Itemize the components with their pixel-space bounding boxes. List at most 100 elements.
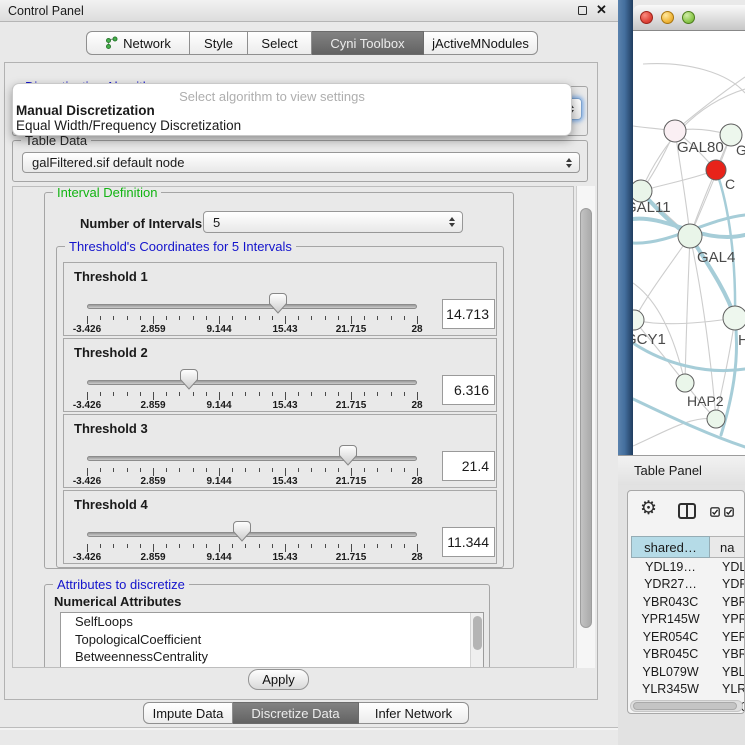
table-hscrollbar[interactable] <box>630 700 743 712</box>
tick <box>232 468 233 472</box>
table-row[interactable]: YDL19…YDL1 <box>631 558 745 576</box>
table-data-combo[interactable]: galFiltered.sif default node <box>22 152 580 173</box>
dropdown-option[interactable]: Equal Width/Frequency Discretization <box>16 118 241 133</box>
attributes-list[interactable]: SelfLoopsTopologicalCoefficientBetweenne… <box>60 612 484 668</box>
threshold-slider-thumb[interactable] <box>339 445 357 466</box>
column-header-shared-name[interactable]: shared… <box>631 536 710 558</box>
attribute-item[interactable]: BetweennessCentrality <box>61 648 483 666</box>
intervals-label: Number of Intervals <box>80 216 202 231</box>
tab-impute-data[interactable]: Impute Data <box>143 702 233 724</box>
tab-jactivemnodules[interactable]: jActiveMNodules <box>424 31 538 55</box>
threshold-slider-track[interactable] <box>87 532 417 537</box>
tick <box>87 544 88 552</box>
table-row[interactable]: YBR045CYBR0 <box>631 646 745 664</box>
tick <box>272 544 273 548</box>
tick-label: -3.426 <box>59 552 115 563</box>
apply-button[interactable]: Apply <box>248 669 309 690</box>
threshold-value[interactable]: 14.713 <box>442 299 495 329</box>
network-node[interactable] <box>676 374 694 392</box>
scrollbar-thumb[interactable] <box>580 208 592 628</box>
tick <box>153 316 154 324</box>
settings-scrollbar[interactable] <box>576 186 595 668</box>
close-light-icon[interactable] <box>640 11 653 24</box>
checkbox-icon[interactable] <box>710 507 720 517</box>
tab-style[interactable]: Style <box>190 31 248 55</box>
tick <box>166 392 167 396</box>
network-node[interactable] <box>678 224 702 248</box>
network-node[interactable] <box>723 306 745 330</box>
scrollbar-thumb[interactable] <box>633 702 737 710</box>
node-label: GAL11 <box>633 199 671 216</box>
intervals-spinner[interactable]: 5 <box>203 211 463 233</box>
attributes-list-scrollbar[interactable] <box>470 613 483 668</box>
zoom-light-icon[interactable] <box>682 11 695 24</box>
tick-label: 9.144 <box>191 324 247 335</box>
tick <box>179 468 180 472</box>
table-row[interactable]: YBR043CYBR0 <box>631 593 745 611</box>
tick <box>140 316 141 320</box>
table-row[interactable]: YBL079WYBL0 <box>631 663 745 681</box>
tick <box>193 468 194 472</box>
spinner-arrows-icon <box>449 217 455 227</box>
node-label: C <box>725 176 735 192</box>
tick <box>206 392 207 396</box>
scrollbar-thumb[interactable] <box>473 616 482 650</box>
threshold-slider-thumb[interactable] <box>233 521 251 542</box>
tick <box>100 544 101 548</box>
tick <box>311 468 312 472</box>
tick <box>404 316 405 320</box>
threshold-slider-track[interactable] <box>87 304 417 309</box>
tick <box>377 544 378 548</box>
tab-infer-network[interactable]: Infer Network <box>359 702 469 724</box>
tab-select[interactable]: Select <box>248 31 312 55</box>
threshold-label: Threshold 1 <box>74 269 148 284</box>
tick-label: 15.43 <box>257 476 313 487</box>
tick <box>311 316 312 320</box>
network-window-titlebar[interactable] <box>633 5 745 31</box>
tick <box>206 544 207 548</box>
gear-icon[interactable]: ⚙ <box>640 497 657 520</box>
float-icon[interactable] <box>578 6 587 15</box>
attribute-item[interactable]: TopologicalCoefficient <box>61 631 483 649</box>
checkbox-icon[interactable] <box>724 507 734 517</box>
tick <box>259 316 260 320</box>
tab-cyni-toolbox[interactable]: Cyni Toolbox <box>312 31 424 55</box>
tick <box>351 392 352 400</box>
network-node[interactable] <box>706 160 726 180</box>
minimize-light-icon[interactable] <box>661 11 674 24</box>
threshold-slider-track[interactable] <box>87 380 417 385</box>
tick <box>272 468 273 472</box>
threshold-box: Threshold 4-3.4262.8599.14415.4321.71528… <box>63 490 497 564</box>
tick-label: 21.715 <box>323 476 379 487</box>
table-row[interactable]: YLR345WYLR3 <box>631 681 745 699</box>
threshold-slider-track[interactable] <box>87 456 417 461</box>
dropdown-option[interactable]: Manual Discretization <box>16 103 155 118</box>
cell-shared-name: YPR145W <box>631 612 710 626</box>
network-node[interactable] <box>633 310 644 330</box>
tick-label: 21.715 <box>323 552 379 563</box>
cell-shared-name: YLR345W <box>631 682 710 696</box>
tick-label: 9.144 <box>191 476 247 487</box>
tick <box>127 392 128 396</box>
tab-network[interactable]: Network <box>86 31 190 55</box>
tick <box>404 392 405 396</box>
attribute-item[interactable]: SelfLoops <box>61 613 483 631</box>
column-header-name[interactable]: na <box>710 536 745 558</box>
threshold-value[interactable]: 21.4 <box>442 451 495 481</box>
network-icon <box>105 36 118 50</box>
table-row[interactable]: YDR27…YDR2 <box>631 576 745 594</box>
threshold-slider-thumb[interactable] <box>269 293 287 314</box>
tick <box>351 544 352 552</box>
threshold-value[interactable]: 11.344 <box>442 527 495 557</box>
tab-discretize-data[interactable]: Discretize Data <box>233 702 359 724</box>
network-canvas[interactable]: GAL80GACGAL11GAL4GCY1HHAP2 <box>633 31 745 455</box>
tick <box>113 316 114 320</box>
close-icon[interactable]: ✕ <box>596 2 607 18</box>
column-split-icon[interactable] <box>678 503 696 519</box>
network-node[interactable] <box>707 410 725 428</box>
dropdown-hint: Select algorithm to view settings <box>13 89 531 104</box>
threshold-value[interactable]: 6.316 <box>442 375 495 405</box>
table-row[interactable]: YPR145WYPR1 <box>631 611 745 629</box>
threshold-slider-thumb[interactable] <box>180 369 198 390</box>
table-row[interactable]: YER054CYER0 <box>631 628 745 646</box>
